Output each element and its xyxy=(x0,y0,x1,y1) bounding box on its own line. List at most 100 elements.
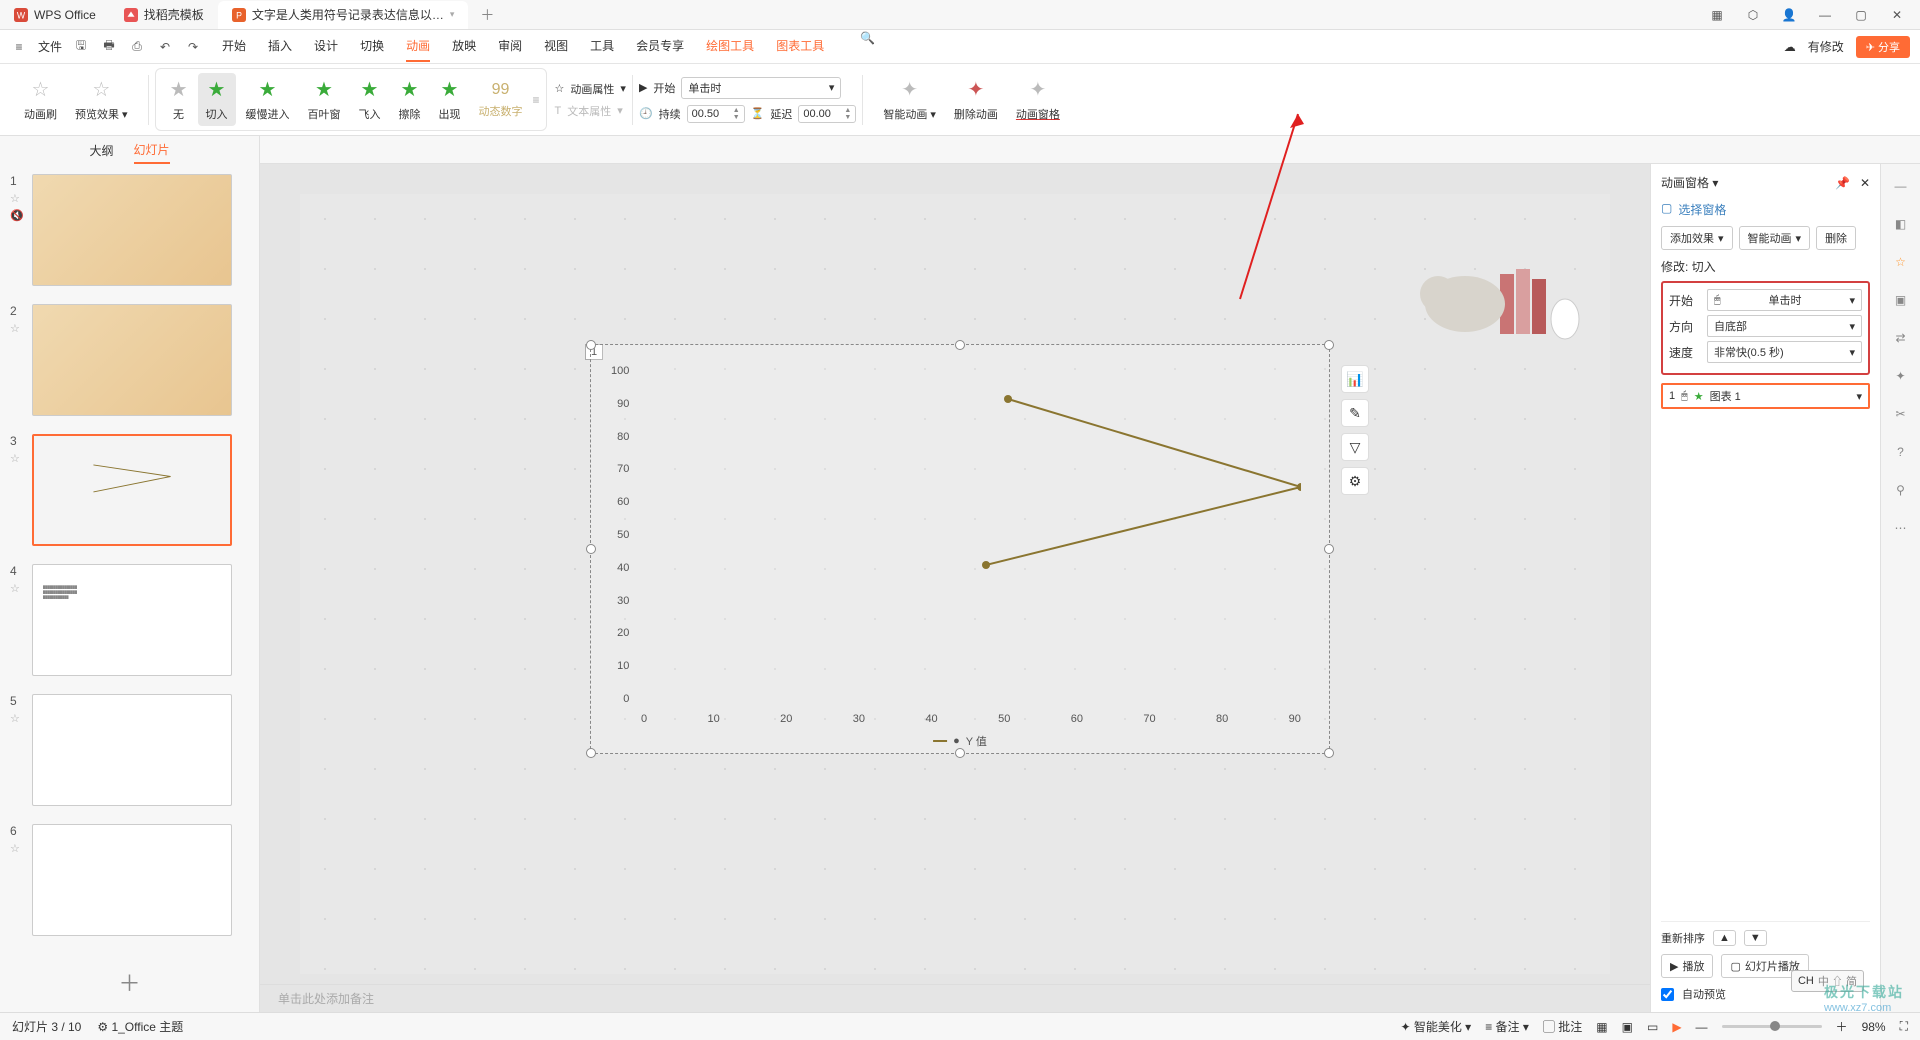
menu-view[interactable]: 视图 xyxy=(544,31,568,62)
minimize-button[interactable]: — xyxy=(1816,8,1834,22)
thumb-3[interactable]: 3☆ xyxy=(0,434,259,546)
delete-anim-button[interactable]: ✦删除动画 xyxy=(946,73,1006,126)
sidebar-swap-icon[interactable]: ⇄ xyxy=(1891,328,1911,348)
start-select[interactable]: 🖱 单击时▾ xyxy=(1707,289,1862,311)
view-sorter-button[interactable]: ▣ xyxy=(1622,1020,1633,1034)
beautify-button[interactable]: ✦ 智能美化 ▾ xyxy=(1400,1018,1471,1035)
thumb-6[interactable]: 6☆ xyxy=(0,824,259,936)
print-icon[interactable]: 🖶 xyxy=(100,36,118,57)
slides-tab[interactable]: 幻灯片 xyxy=(134,137,170,164)
thumb-5[interactable]: 5☆ xyxy=(0,694,259,806)
anim-property-dropdown[interactable]: ☆ 动画属性 ▾ xyxy=(555,81,626,97)
menu-insert[interactable]: 插入 xyxy=(268,31,292,62)
smart-anim-button-panel[interactable]: 智能动画 ▾ xyxy=(1739,226,1811,250)
view-slideshow-button[interactable]: ▶ xyxy=(1672,1020,1681,1034)
speed-select[interactable]: 非常快(0.5 秒)▾ xyxy=(1707,341,1862,363)
tab-wps[interactable]: W WPS Office xyxy=(0,1,110,29)
tab-doc[interactable]: P 文字是人类用符号记录表达信息以… ▾ xyxy=(218,1,469,29)
sidebar-puzzle-icon[interactable]: ⚲ xyxy=(1891,480,1911,500)
collapse-icon[interactable]: — xyxy=(1891,176,1911,196)
undo-icon[interactable]: ↶ xyxy=(156,40,174,54)
menu-tools[interactable]: 工具 xyxy=(590,31,614,62)
menu-design[interactable]: 设计 xyxy=(314,31,338,62)
slide-canvas[interactable]: 1 1009080706050403020100 010203040506070… xyxy=(300,194,1610,974)
hamburger-icon[interactable]: ≡ xyxy=(10,40,28,54)
anim-appear[interactable]: ★出现 xyxy=(431,73,469,126)
zoom-in-button[interactable]: ＋ xyxy=(1836,1018,1848,1035)
select-pane-link[interactable]: ▢ 选择窗格 xyxy=(1661,201,1870,218)
new-tab-button[interactable]: ＋ xyxy=(468,5,506,25)
text-property-dropdown[interactable]: T 文本属性 ▾ xyxy=(555,103,626,119)
anim-wipe[interactable]: ★擦除 xyxy=(391,73,429,126)
close-icon[interactable]: ✕ xyxy=(1860,176,1870,190)
chart-edit-button[interactable]: ✎ xyxy=(1341,399,1369,427)
direction-select[interactable]: 自底部▾ xyxy=(1707,315,1862,337)
smart-anim-button[interactable]: ✦智能动画 ▾ xyxy=(875,73,944,126)
anim-count[interactable]: 99动态数字 xyxy=(471,77,531,123)
menu-chart-tools[interactable]: 图表工具 xyxy=(776,31,824,62)
app-icon[interactable]: ▦ xyxy=(1708,8,1726,22)
thumb-2[interactable]: 2☆ xyxy=(0,304,259,416)
sidebar-more-icon[interactable]: ⋯ xyxy=(1891,518,1911,538)
outline-tab[interactable]: 大纲 xyxy=(89,138,113,163)
preview-button[interactable]: ☆ 预览效果 ▾ xyxy=(67,73,136,126)
comments-button[interactable]: ▢ 批注 xyxy=(1543,1018,1582,1035)
notes-button[interactable]: ≡ 备注 ▾ xyxy=(1485,1018,1529,1035)
view-reading-button[interactable]: ▭ xyxy=(1647,1020,1658,1034)
move-up-button[interactable]: ▲ xyxy=(1713,930,1736,946)
anim-none[interactable]: ★无 xyxy=(162,73,196,126)
anim-list-item[interactable]: 1 🖱★ 图表 1 ▾ xyxy=(1661,383,1870,409)
anim-blinds[interactable]: ★百叶窗 xyxy=(300,73,349,126)
chart-settings-button[interactable]: ⚙ xyxy=(1341,467,1369,495)
zoom-level[interactable]: 98% xyxy=(1862,1020,1886,1034)
delay-spinner[interactable]: 00.00▲▼ xyxy=(798,105,856,123)
pin-icon[interactable]: 📌 xyxy=(1835,176,1850,190)
zoom-slider[interactable] xyxy=(1722,1025,1822,1028)
sidebar-sparkle-icon[interactable]: ✦ xyxy=(1891,366,1911,386)
delete-button-panel[interactable]: 删除 xyxy=(1816,226,1856,250)
view-normal-button[interactable]: ▦ xyxy=(1596,1020,1607,1034)
anim-fly-in[interactable]: ★飞入 xyxy=(351,73,389,126)
tab-daoke[interactable]: 找稻壳模板 xyxy=(110,1,218,29)
avatar-icon[interactable]: 👤 xyxy=(1780,8,1798,22)
tab-dropdown-icon[interactable]: ▾ xyxy=(450,9,455,20)
sidebar-layers-icon[interactable]: ▣ xyxy=(1891,290,1911,310)
menu-vip[interactable]: 会员专享 xyxy=(636,31,684,62)
maximize-button[interactable]: ▢ xyxy=(1852,8,1870,22)
menu-slideshow[interactable]: 放映 xyxy=(452,31,476,62)
add-effect-button[interactable]: 添加效果 ▾ xyxy=(1661,226,1733,250)
play-button[interactable]: ▶ 播放 xyxy=(1661,954,1713,978)
sidebar-home-icon[interactable]: ◧ xyxy=(1891,214,1911,234)
sidebar-star-icon[interactable]: ☆ xyxy=(1891,252,1911,272)
move-down-button[interactable]: ▼ xyxy=(1744,930,1767,946)
file-menu[interactable]: 文件 xyxy=(38,38,62,55)
thumb-1[interactable]: 1☆🔇 xyxy=(0,174,259,286)
chart-filter-button[interactable]: ▽ xyxy=(1341,433,1369,461)
zoom-out-button[interactable]: — xyxy=(1696,1020,1708,1034)
anim-cut-in[interactable]: ★切入 xyxy=(198,73,236,126)
menu-animation[interactable]: 动画 xyxy=(406,31,430,62)
search-icon[interactable]: 🔍 xyxy=(860,31,875,62)
menu-start[interactable]: 开始 xyxy=(222,31,246,62)
anim-pane-button[interactable]: ✦动画窗格 xyxy=(1008,73,1068,126)
thumb-4[interactable]: 4☆ █████████████████████████████████████… xyxy=(0,564,259,676)
notes-bar[interactable]: 单击此处添加备注 xyxy=(260,984,1650,1012)
save-icon[interactable]: 🖫 xyxy=(72,36,90,57)
fit-button[interactable]: ⛶ xyxy=(1900,1019,1908,1034)
add-slide-button[interactable]: ＋ xyxy=(0,954,259,1010)
duration-spinner[interactable]: 00.50▲▼ xyxy=(687,105,745,123)
close-button[interactable]: ✕ xyxy=(1888,8,1906,22)
start-dropdown[interactable]: 单击时▾ xyxy=(681,77,841,99)
anim-brush-button[interactable]: ☆ 动画刷 xyxy=(16,73,65,126)
share-button[interactable]: ✈ 分享 xyxy=(1856,36,1910,58)
print-preview-icon[interactable]: ⎙ xyxy=(128,39,146,54)
cube-icon[interactable]: ⬡ xyxy=(1744,8,1762,22)
menu-draw-tools[interactable]: 绘图工具 xyxy=(706,31,754,62)
anim-slow-in[interactable]: ★缓慢进入 xyxy=(238,73,298,126)
menu-review[interactable]: 审阅 xyxy=(498,31,522,62)
sidebar-clip-icon[interactable]: ✂ xyxy=(1891,404,1911,424)
chart-data-button[interactable]: 📊 xyxy=(1341,365,1369,393)
redo-icon[interactable]: ↷ xyxy=(184,40,202,54)
cloud-icon[interactable]: ☁ xyxy=(1784,40,1796,54)
menu-transition[interactable]: 切换 xyxy=(360,31,384,62)
